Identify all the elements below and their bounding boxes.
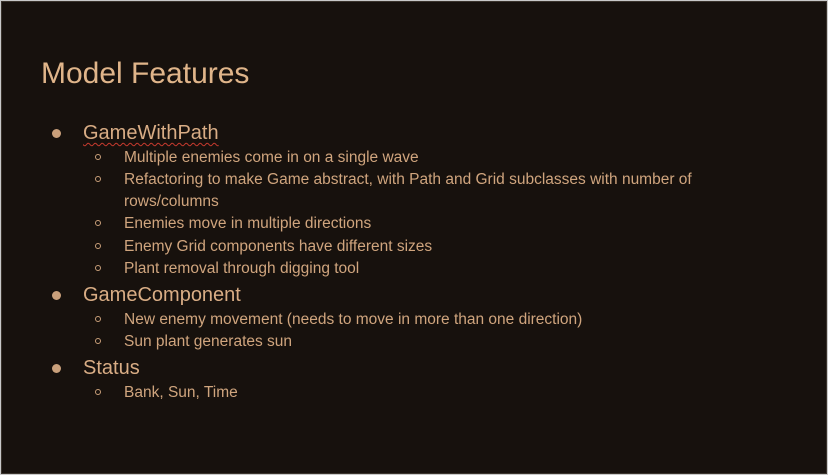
- hollow-bullet-icon: [95, 220, 101, 226]
- item-text: Sun plant generates sun: [124, 333, 293, 350]
- section-heading-status: Status: [83, 357, 140, 379]
- hollow-bullet-icon: [95, 389, 101, 395]
- item-text: New enemy movement (needs to move in mor…: [124, 311, 583, 328]
- hollow-bullet-icon: [95, 316, 101, 322]
- slide-title: Model Features: [41, 57, 250, 90]
- item-text: Bank, Sun, Time: [124, 384, 238, 401]
- slide: Model Features GameWithPath Multiple ene…: [1, 1, 827, 474]
- hollow-bullet-icon: [95, 176, 101, 182]
- filled-bullet-icon: [52, 291, 61, 300]
- hollow-bullet-icon: [95, 265, 101, 271]
- item-text: Plant removal through digging tool: [124, 260, 360, 277]
- item-text: Enemies move in multiple directions: [124, 215, 372, 232]
- hollow-bullet-icon: [95, 243, 101, 249]
- hollow-bullet-icon: [95, 154, 101, 160]
- section-heading-gamecomponent: GameComponent: [83, 284, 241, 306]
- hollow-bullet-icon: [95, 338, 101, 344]
- filled-bullet-icon: [52, 129, 61, 138]
- item-text: Enemy Grid components have different siz…: [124, 238, 433, 255]
- item-text: Multiple enemies come in on a single wav…: [124, 149, 419, 166]
- item-text: Refactoring to make Game abstract, with …: [124, 171, 692, 210]
- section-heading-gamewithpath: GameWithPath: [83, 122, 219, 144]
- filled-bullet-icon: [52, 364, 61, 373]
